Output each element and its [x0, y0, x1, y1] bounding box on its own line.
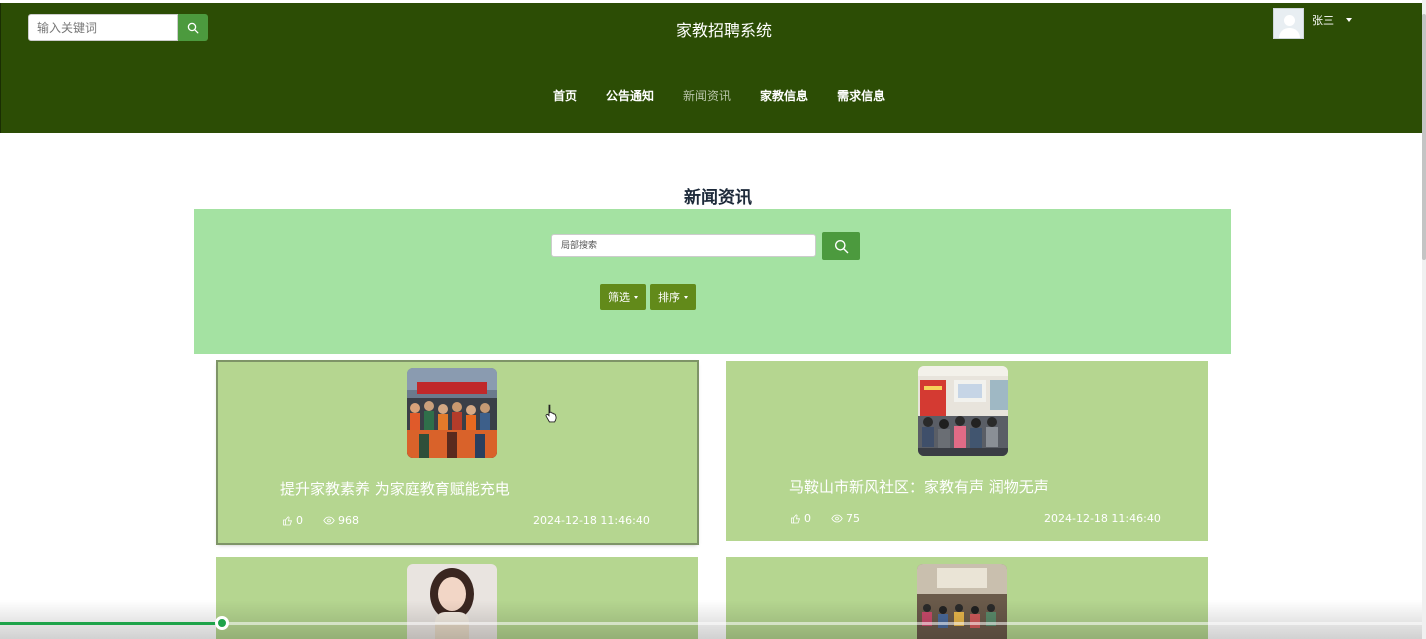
view-count: 75 [831, 512, 870, 525]
news-date: 2024-12-18 11:46:40 [533, 514, 650, 527]
local-search-input[interactable] [551, 234, 816, 257]
main-nav: 首页 公告通知 新闻资讯 家教信息 需求信息 [553, 87, 914, 104]
filter-dropdown-label: 筛选 [608, 291, 630, 304]
chevron-down-icon [684, 295, 688, 299]
news-thumbnail[interactable] [407, 368, 497, 458]
view-count-value: 968 [338, 514, 359, 527]
news-card[interactable]: 马鞍山市新风社区：家教有声 润物无声 0 75 2024-12-18 11:46… [726, 361, 1208, 541]
page: 家教招聘系统 张三 首页 公告通知 新闻资讯 家教信息 需求信息 新闻资讯 [0, 0, 1426, 639]
eye-icon [831, 514, 843, 523]
dropdown-group: 筛选 排序 [600, 284, 700, 310]
site-title: 家教招聘系统 [675, 21, 772, 40]
chevron-down-icon [634, 295, 638, 299]
video-progress-fill [0, 622, 222, 625]
page-scrollbar[interactable] [1422, 0, 1426, 639]
view-count: 968 [323, 514, 369, 527]
news-thumbnail[interactable] [918, 366, 1008, 456]
view-count-value: 75 [846, 512, 860, 525]
like-count-value: 0 [804, 512, 811, 525]
user-menu[interactable]: 张三 [1273, 8, 1352, 39]
page-title: 新闻资讯 [684, 188, 752, 208]
scrollbar-thumb[interactable] [1422, 14, 1426, 260]
news-date: 2024-12-18 11:46:40 [1044, 512, 1161, 525]
sort-dropdown-label: 排序 [658, 291, 680, 304]
like-count-value: 0 [296, 514, 303, 527]
sort-dropdown[interactable]: 排序 [650, 284, 696, 310]
filter-panel: 筛选 排序 [194, 209, 1231, 354]
top-header: 家教招聘系统 张三 首页 公告通知 新闻资讯 家教信息 需求信息 [0, 3, 1422, 133]
thumbs-up-icon [791, 514, 801, 524]
video-progress-handle[interactable] [214, 616, 229, 630]
filter-dropdown[interactable]: 筛选 [600, 284, 646, 310]
nav-item-tutor-info[interactable]: 家教信息 [760, 87, 808, 104]
nav-item-news[interactable]: 新闻资讯 [683, 87, 731, 104]
news-title[interactable]: 马鞍山市新风社区：家教有声 润物无声 [789, 476, 1049, 497]
thumbs-up-icon [283, 516, 293, 526]
user-name[interactable]: 张三 [1312, 12, 1334, 28]
news-stats: 0 75 [790, 512, 880, 525]
search-icon [834, 239, 848, 253]
like-count: 0 [790, 512, 821, 525]
nav-item-home[interactable]: 首页 [553, 87, 577, 104]
nav-item-announcements[interactable]: 公告通知 [606, 87, 654, 104]
avatar[interactable] [1273, 8, 1304, 39]
news-card[interactable]: 提升家教素养 为家庭教育赋能充电 0 968 2024-12-18 11:46:… [218, 362, 697, 543]
news-title[interactable]: 提升家教素养 为家庭教育赋能充电 [280, 478, 510, 499]
mouse-pointer-icon [545, 404, 557, 423]
like-count: 0 [282, 514, 313, 527]
nav-item-demand-info[interactable]: 需求信息 [837, 87, 885, 104]
local-search [551, 232, 860, 260]
local-search-button[interactable] [822, 232, 860, 260]
eye-icon [323, 516, 335, 525]
news-stats: 0 968 [282, 514, 379, 527]
video-controls-fade [0, 600, 1422, 639]
chevron-down-icon[interactable] [1346, 18, 1352, 22]
